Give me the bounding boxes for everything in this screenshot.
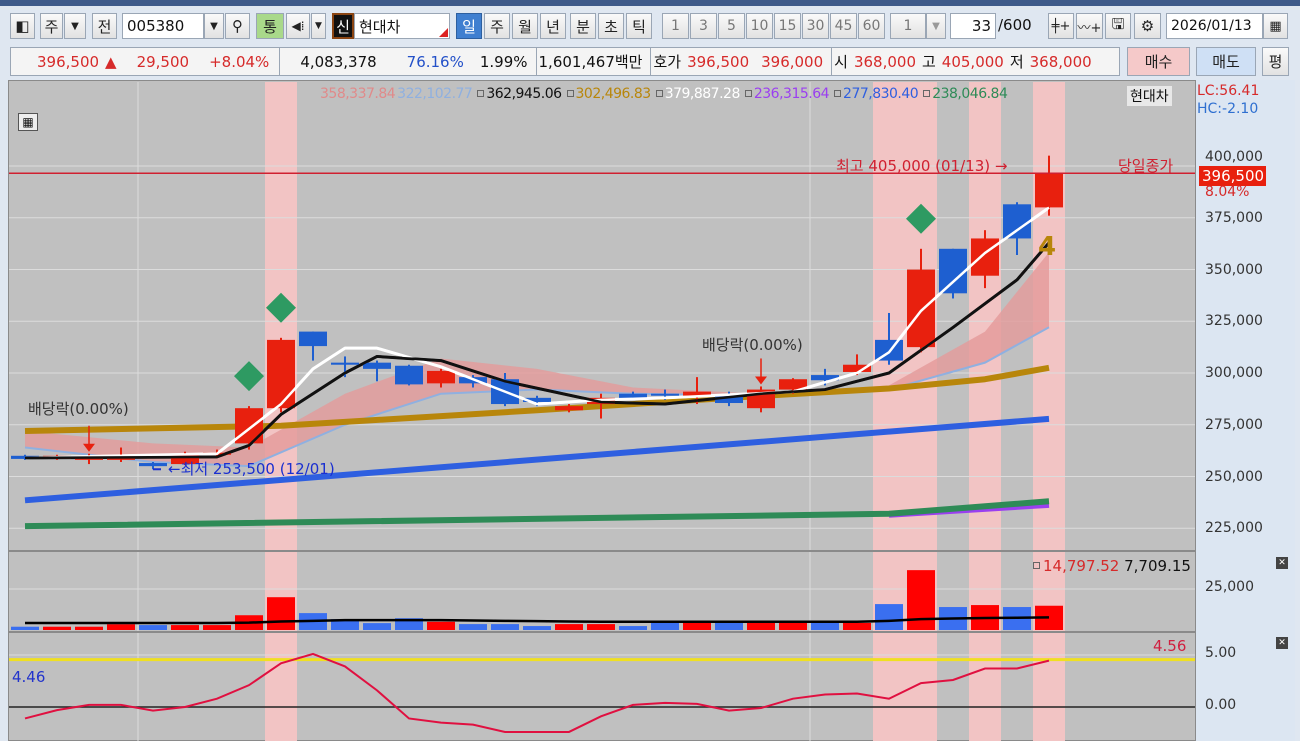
price-tick: 275,000 (1205, 416, 1263, 433)
legend-box-icon (1033, 562, 1040, 569)
volume-bar (779, 622, 807, 630)
price-tick: 325,000 (1205, 313, 1263, 330)
volume-bar (107, 624, 135, 630)
high-annotation: 최고 405,000 (01/13) → (836, 157, 1008, 175)
candle-body (651, 393, 679, 396)
signal-glyph: 4 (1038, 232, 1057, 262)
current-pct-tag: 8.04% (1205, 184, 1250, 200)
indicator-left-value: 4.46 (12, 668, 46, 686)
volume-bar (683, 622, 711, 630)
dividend-label-1: 배당락(0.00%) (28, 400, 129, 418)
close-label: 당일종가 (1118, 157, 1174, 175)
candle-body (299, 331, 327, 347)
legend-stock-name: 현대차 (1127, 86, 1172, 106)
legend-value: 277,830.40 (843, 86, 919, 102)
signal-diamond (234, 361, 264, 392)
candle-body (619, 393, 647, 398)
volume-bar (203, 625, 231, 630)
candle-body (939, 248, 967, 294)
volume-bar (587, 624, 615, 630)
candle-body (1003, 204, 1031, 239)
highlight-band (905, 82, 937, 741)
price-tick: 350,000 (1205, 261, 1263, 278)
candle-body (1035, 173, 1063, 208)
low-annotation: ←최저 253,500 (12/01) (168, 460, 335, 478)
volume-legend: 14,797.52 7,709.15 (1030, 557, 1191, 575)
indicator-tick-0: 0.00 (1205, 697, 1237, 713)
price-tick: 225,000 (1205, 520, 1263, 537)
volume-bar (75, 626, 103, 630)
dividend-arrow-head (755, 376, 767, 385)
legend-value: 322,102.77 (397, 86, 473, 102)
indicator-tick-5: 5.00 (1205, 645, 1237, 661)
indicator-right-value: 4.56 (1153, 637, 1187, 655)
volume-bar (491, 624, 519, 630)
candle-body (267, 339, 295, 409)
highlight-band (969, 82, 1001, 741)
volume-bar (523, 626, 551, 630)
candle-body (907, 269, 935, 348)
volume-bar (267, 597, 295, 630)
volume-bar (811, 622, 839, 630)
price-tick: 300,000 (1205, 365, 1263, 381)
volume-value: 14,797.52 (1043, 557, 1120, 575)
price-tick: 400,000 (1205, 149, 1263, 165)
hc-value: HC:-2.10 (1197, 101, 1259, 117)
legend-box-icon (744, 89, 752, 97)
legend-value: 358,337.84 (320, 86, 396, 102)
volume-bar (907, 570, 935, 630)
volume-bar (43, 626, 71, 630)
highlight-band (873, 82, 905, 741)
volume-bar (651, 622, 679, 630)
candle-body (235, 408, 263, 444)
volume-bar (555, 624, 583, 630)
volume-bar (619, 626, 647, 630)
lc-value: LC:56.41 (1197, 83, 1260, 99)
volume-bar (843, 622, 871, 630)
legend-value: 238,046.84 (932, 86, 1008, 102)
price-tick: 250,000 (1205, 468, 1263, 485)
volume-bar (715, 622, 743, 630)
price-tick: 375,000 (1205, 209, 1263, 226)
legend-box-icon (923, 89, 931, 97)
close-volume-panel-icon[interactable]: ✕ (1276, 557, 1288, 569)
volume-tick: 25,000 (1205, 579, 1254, 595)
legend-value: 302,496.83 (575, 86, 652, 102)
dividend-label-2: 배당락(0.00%) (702, 336, 803, 354)
volume-bar (11, 626, 39, 630)
ma-legend: 358,337.84 322,102.77 362,945.06 302,496.83… (320, 86, 1009, 102)
candle-body (971, 238, 999, 276)
legend-value: 236,315.64 (753, 86, 830, 102)
volume-bar (139, 625, 167, 630)
candle-body (363, 362, 391, 369)
candle-body (331, 362, 359, 365)
volume-bar (875, 604, 903, 630)
legend-value: 362,945.06 (486, 86, 562, 102)
chart-canvas (9, 82, 1195, 741)
legend-box-icon (834, 89, 842, 97)
volume-bar (747, 622, 775, 630)
current-price-tag: 396,500 (1199, 166, 1266, 186)
volume-bar (459, 624, 487, 630)
volume-bar (427, 621, 455, 630)
volume-bar (171, 625, 199, 630)
volume-bar (363, 623, 391, 630)
legend-box-icon (655, 89, 663, 97)
legend-box-icon (566, 89, 574, 97)
candle-body (555, 406, 583, 411)
candle-body (427, 370, 455, 384)
volume-ma-value: 7,709.15 (1124, 557, 1191, 575)
legend-value: 379,887.28 (664, 86, 741, 102)
legend-box-icon (477, 89, 485, 97)
grid-table-icon[interactable]: ▦ (18, 113, 38, 131)
close-indicator-panel-icon[interactable]: ✕ (1276, 637, 1288, 649)
candle-body (395, 365, 423, 385)
candle-body (139, 463, 167, 467)
